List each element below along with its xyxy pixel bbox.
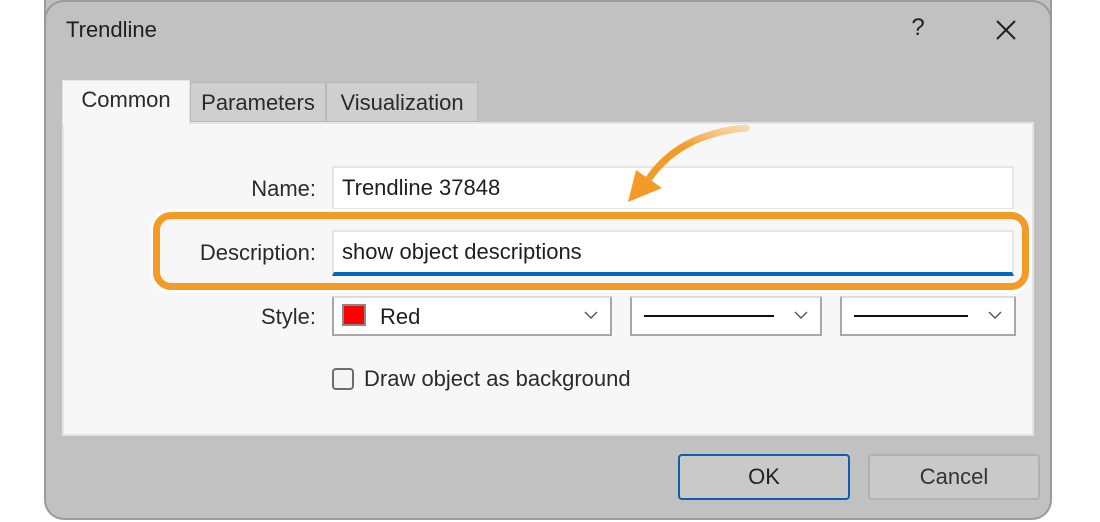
- line-style-sample: [644, 315, 774, 317]
- help-button[interactable]: ?: [906, 14, 930, 44]
- close-icon: [996, 20, 1016, 40]
- close-button[interactable]: [992, 16, 1022, 46]
- style-label: Style:: [260, 304, 316, 329]
- chevron-down-icon: [988, 311, 1002, 319]
- chevron-down-icon: [794, 311, 808, 319]
- line-style-select[interactable]: [630, 296, 822, 336]
- line-width-select[interactable]: [840, 296, 1016, 336]
- cancel-button[interactable]: Cancel: [868, 454, 1040, 500]
- description-highlight: [153, 212, 1029, 290]
- tab-visualization[interactable]: Visualization: [326, 82, 478, 122]
- name-label: Name:: [251, 176, 316, 201]
- color-swatch: [342, 304, 366, 326]
- ok-button[interactable]: OK: [678, 454, 850, 500]
- draw-background-checkbox[interactable]: [332, 368, 354, 390]
- tab-common[interactable]: Common: [62, 80, 190, 126]
- tab-parameters[interactable]: Parameters: [190, 82, 326, 122]
- color-select[interactable]: Red: [332, 296, 612, 336]
- line-width-sample: [854, 315, 968, 317]
- pointer-arrow-icon: [628, 124, 750, 202]
- draw-background-label[interactable]: Draw object as background: [364, 366, 631, 392]
- chevron-down-icon: [584, 311, 598, 319]
- dialog-title: Trendline: [66, 17, 157, 42]
- color-select-value: Red: [380, 304, 421, 329]
